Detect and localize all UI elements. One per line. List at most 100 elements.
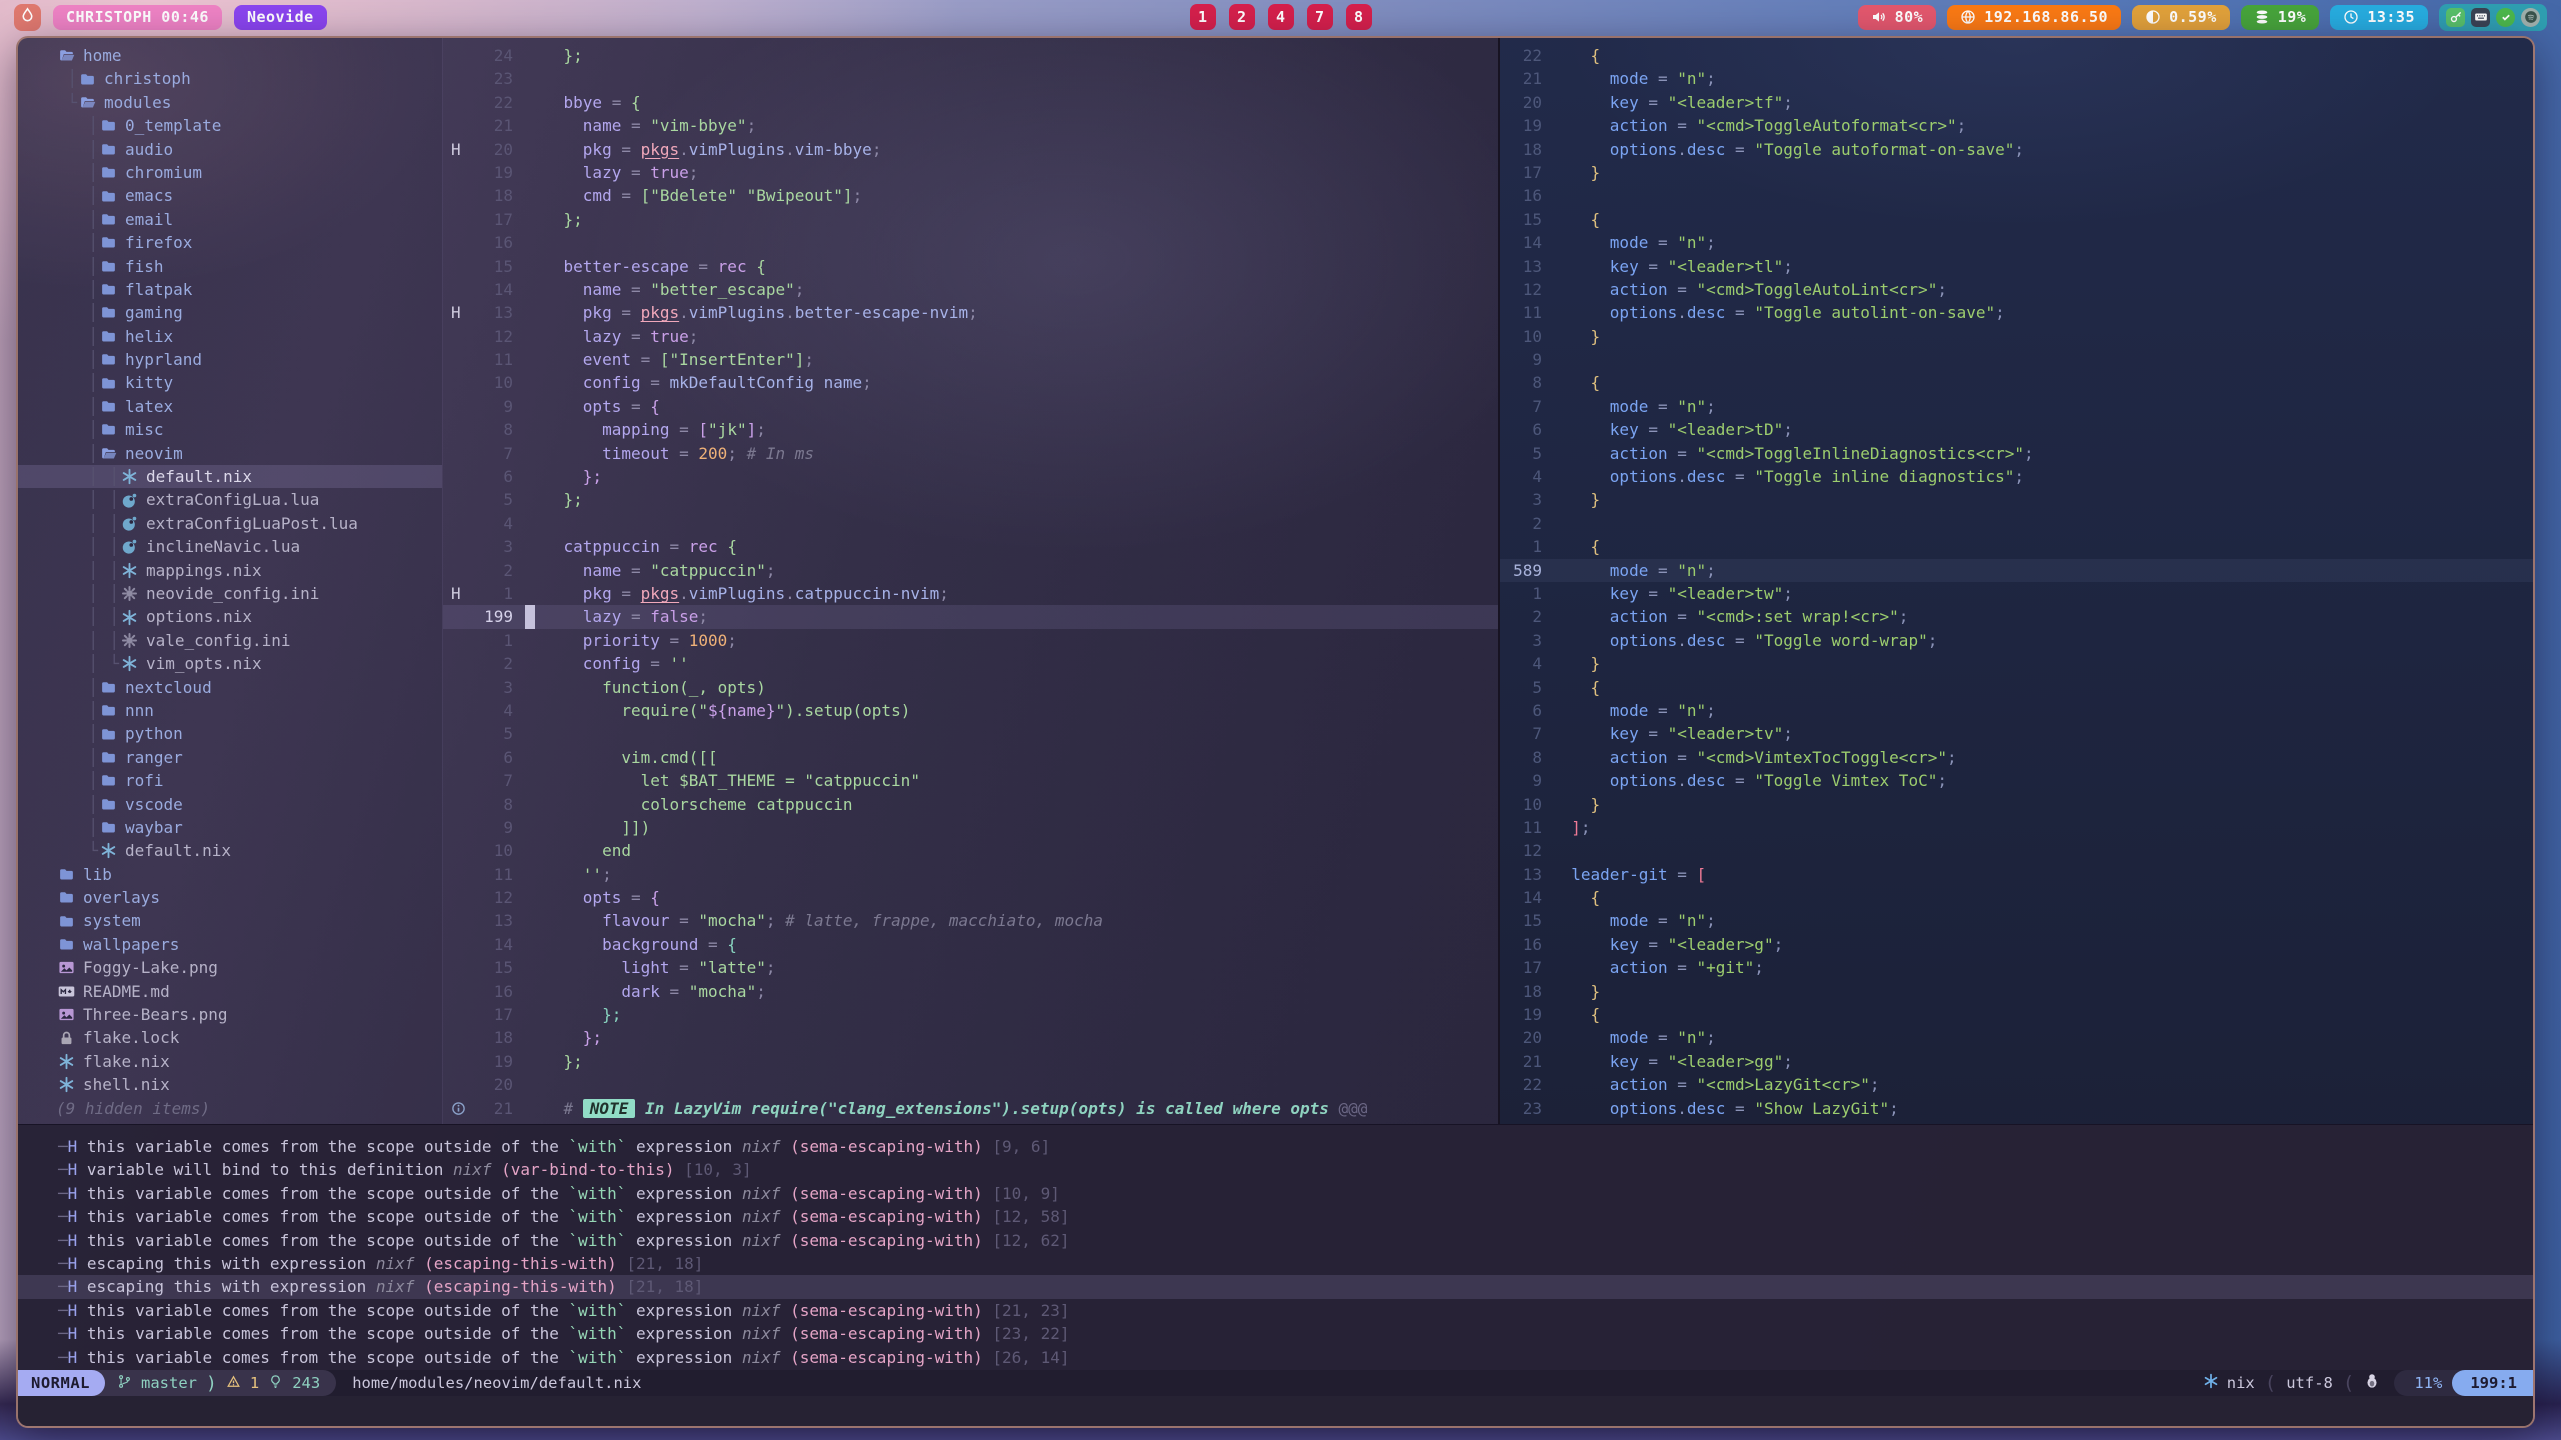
tree-item-default-nix[interactable]: └default.nix (18, 839, 442, 862)
tree-item-nextcloud[interactable]: │nextcloud (18, 676, 442, 699)
code-line[interactable]: 2 name = "catppuccin"; (443, 559, 1498, 582)
tree-item-nnn[interactable]: │nnn (18, 699, 442, 722)
code-line[interactable]: 20 key = "<leader>tf"; (1500, 91, 2533, 114)
code-line[interactable]: 19 lazy = true; (443, 161, 1498, 184)
code-line[interactable]: 19 { (1500, 1003, 2533, 1026)
code-line[interactable]: 1 priority = 1000; (443, 629, 1498, 652)
widget-network[interactable]: 192.168.86.50 (1947, 5, 2121, 30)
code-line[interactable]: 2 action = "<cmd>:set wrap!<cr>"; (1500, 605, 2533, 628)
code-line[interactable]: 21 mode = "n"; (1500, 67, 2533, 90)
widget-clock[interactable]: 13:35 (2330, 5, 2428, 30)
nix-launcher-button[interactable] (14, 4, 41, 31)
tree-item-system[interactable]: system (18, 909, 442, 932)
tray-keyboard-icon[interactable] (2471, 8, 2490, 27)
code-line[interactable]: 1 { (1500, 535, 2533, 558)
code-line[interactable]: 2 (1500, 512, 2533, 535)
tree-item-flatpak[interactable]: │flatpak (18, 278, 442, 301)
diagnostic-item[interactable]: ─H escaping this with expression nixf (e… (18, 1275, 2533, 1298)
main-editor-pane[interactable]: 24 };2322 bbye = {21 name = "vim-bbye";H… (442, 38, 1498, 1124)
code-line[interactable]: 7 let $BAT_THEME = "catppuccin" (443, 769, 1498, 792)
code-line[interactable]: 12 lazy = true; (443, 325, 1498, 348)
code-line[interactable]: H1 pkg = pkgs.vimPlugins.catppuccin-nvim… (443, 582, 1498, 605)
code-line[interactable]: 16 (1500, 184, 2533, 207)
code-line[interactable]: 20 mode = "n"; (1500, 1026, 2533, 1049)
code-line[interactable]: 10 } (1500, 793, 2533, 816)
tree-item-three-bears-png[interactable]: Three-Bears.png (18, 1003, 442, 1026)
diagnostic-item[interactable]: ─H this variable comes from the scope ou… (18, 1322, 2533, 1345)
tree-item-python[interactable]: │python (18, 722, 442, 745)
code-line[interactable]: 8 action = "<cmd>VimtexTocToggle<cr>"; (1500, 746, 2533, 769)
tree-item-vale-config-ini[interactable]: ││vale_config.ini (18, 629, 442, 652)
code-line[interactable]: 4 } (1500, 652, 2533, 675)
code-line[interactable]: 1 key = "<leader>tw"; (1500, 582, 2533, 605)
code-line[interactable]: 18 }; (443, 1026, 1498, 1049)
tree-item-rofi[interactable]: │rofi (18, 769, 442, 792)
code-line[interactable]: 22 bbye = { (443, 91, 1498, 114)
tree-item-overlays[interactable]: overlays (18, 886, 442, 909)
tree-item-wallpapers[interactable]: wallpapers (18, 933, 442, 956)
tree-item-helix[interactable]: │helix (18, 325, 442, 348)
code-line[interactable]: 14 mode = "n"; (1500, 231, 2533, 254)
code-line[interactable]: 3 } (1500, 488, 2533, 511)
code-line[interactable]: 16 key = "<leader>g"; (1500, 933, 2533, 956)
tree-item-misc[interactable]: │misc (18, 418, 442, 441)
tray-check-icon[interactable] (2496, 8, 2515, 27)
diagnostic-item[interactable]: ─H this variable comes from the scope ou… (18, 1299, 2533, 1322)
code-line[interactable]: 22 { (1500, 44, 2533, 67)
code-line[interactable]: 24 }; (443, 44, 1498, 67)
workspace-button-8[interactable]: 8 (1346, 4, 1372, 30)
code-line[interactable]: 15 better-escape = rec { (443, 255, 1498, 278)
code-line[interactable]: 18 cmd = ["Bdelete" "Bwipeout"]; (443, 184, 1498, 207)
tree-item-shell-nix[interactable]: shell.nix (18, 1073, 442, 1096)
diagnostic-item[interactable]: ─H this variable comes from the scope ou… (18, 1182, 2533, 1205)
tree-item-options-nix[interactable]: ││options.nix (18, 605, 442, 628)
code-line[interactable]: 21 key = "<leader>gg"; (1500, 1050, 2533, 1073)
code-line[interactable]: 589 mode = "n"; (1500, 559, 2533, 582)
code-line[interactable]: 14 background = { (443, 933, 1498, 956)
tree-item-mappings-nix[interactable]: ││mappings.nix (18, 559, 442, 582)
diagnostic-item[interactable]: ─H this variable comes from the scope ou… (18, 1205, 2533, 1228)
code-line[interactable]: 2 config = '' (443, 652, 1498, 675)
code-line[interactable]: 5 }; (443, 488, 1498, 511)
code-line[interactable]: H13 pkg = pkgs.vimPlugins.better-escape-… (443, 301, 1498, 324)
tree-item-home[interactable]: home (18, 44, 442, 67)
widget-memory[interactable]: 19% (2241, 5, 2320, 30)
tree-item-vscode[interactable]: │vscode (18, 793, 442, 816)
code-line[interactable]: 20 (443, 1073, 1498, 1096)
code-line[interactable]: 21 # NOTE In LazyVim require("clang_exte… (443, 1097, 1498, 1120)
code-line[interactable]: 23 (443, 67, 1498, 90)
code-line[interactable]: 12 (1500, 839, 2533, 862)
code-line[interactable]: 11 ]; (1500, 816, 2533, 839)
tree-item-flake-nix[interactable]: flake.nix (18, 1050, 442, 1073)
tree-item-audio[interactable]: │audio (18, 138, 442, 161)
tree-item-neovide-config-ini[interactable]: ││neovide_config.ini (18, 582, 442, 605)
code-line[interactable]: 5 { (1500, 676, 2533, 699)
code-line[interactable]: 14 name = "better_escape"; (443, 278, 1498, 301)
code-line[interactable]: 23 options.desc = "Show LazyGit"; (1500, 1097, 2533, 1120)
tree-item-gaming[interactable]: │gaming (18, 301, 442, 324)
tree-item-extraconfiglua-lua[interactable]: ││extraConfigLua.lua (18, 488, 442, 511)
code-line[interactable]: 12 action = "<cmd>ToggleAutoLint<cr>"; (1500, 278, 2533, 301)
right-editor-pane[interactable]: 22 {21 mode = "n";20 key = "<leader>tf";… (1498, 38, 2533, 1124)
code-line[interactable]: 9 ]]) (443, 816, 1498, 839)
code-line[interactable]: 12 opts = { (443, 886, 1498, 909)
code-line[interactable]: 6 vim.cmd([[ (443, 746, 1498, 769)
code-line[interactable]: 16 dark = "mocha"; (443, 980, 1498, 1003)
diagnostic-item[interactable]: ─H this variable comes from the scope ou… (18, 1229, 2533, 1252)
tree-item-default-nix[interactable]: ││default.nix (18, 465, 442, 488)
code-line[interactable]: 4 (443, 512, 1498, 535)
code-line[interactable]: 19 }; (443, 1050, 1498, 1073)
tree-item-email[interactable]: │email (18, 208, 442, 231)
diagnostic-item[interactable]: ─H escaping this with expression nixf (e… (18, 1252, 2533, 1275)
tree-item-flake-lock[interactable]: flake.lock (18, 1026, 442, 1049)
code-line[interactable]: 10 } (1500, 325, 2533, 348)
code-line[interactable]: 7 key = "<leader>tv"; (1500, 722, 2533, 745)
code-line[interactable]: 9 options.desc = "Toggle Vimtex ToC"; (1500, 769, 2533, 792)
workspace-button-4[interactable]: 4 (1268, 4, 1294, 30)
code-line[interactable]: 18 options.desc = "Toggle autoformat-on-… (1500, 138, 2533, 161)
code-line[interactable]: 7 mode = "n"; (1500, 395, 2533, 418)
code-line[interactable]: 10 config = mkDefaultConfig name; (443, 371, 1498, 394)
code-line[interactable]: 17 }; (443, 208, 1498, 231)
code-line[interactable]: 6 mode = "n"; (1500, 699, 2533, 722)
code-line[interactable]: 199 lazy = false; (443, 605, 1498, 628)
